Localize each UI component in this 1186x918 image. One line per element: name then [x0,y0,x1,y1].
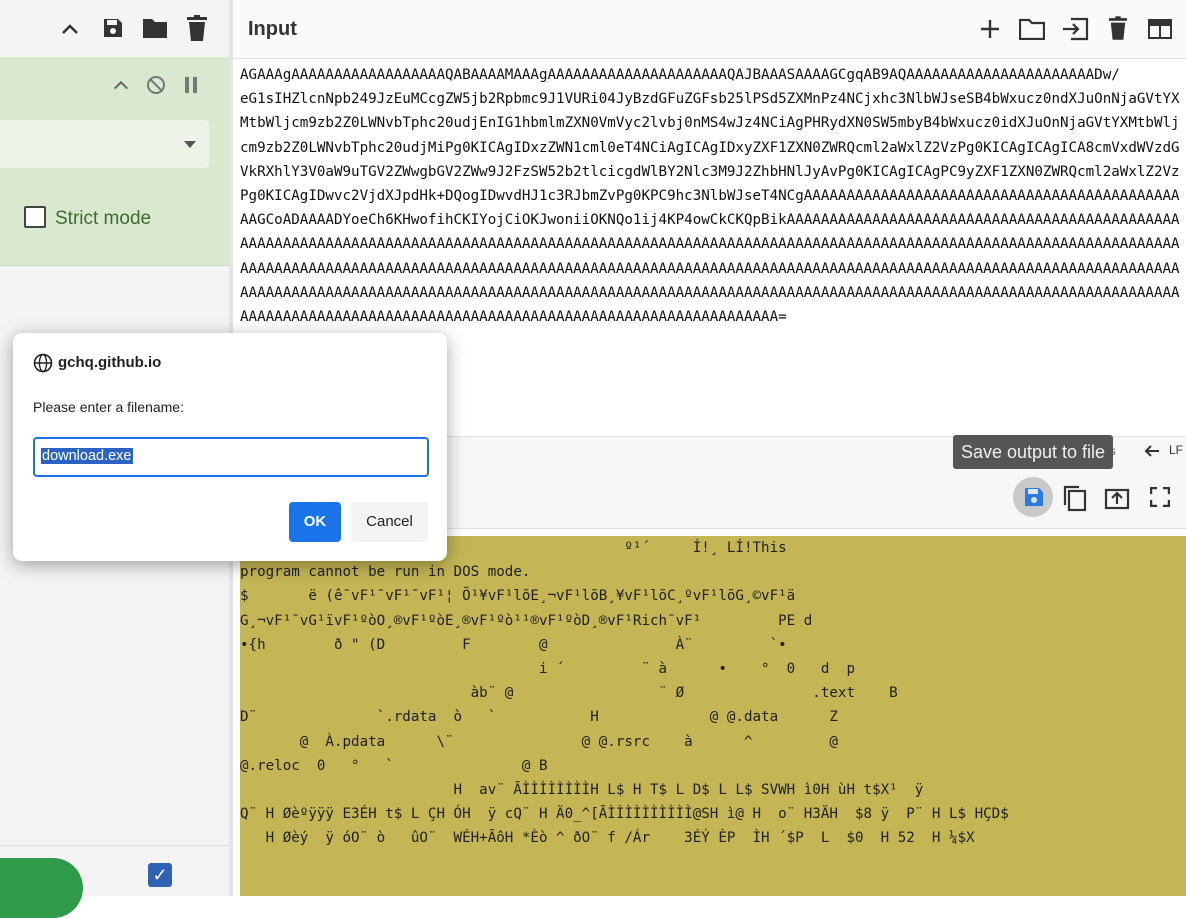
input-title: Input [248,18,297,40]
strict-mode-checkbox[interactable] [24,206,46,228]
copy-icon[interactable] [1062,484,1088,512]
output-line: H av¨ ÃÌÌÌÌÌÌÌÌH L$ H T$ L D$ L L$ SVWH … [240,782,932,799]
strict-mode-label: Strict mode [55,208,152,229]
dialog-origin: gchq.github.io [58,354,162,371]
output-line: Q¨ H Øèºÿÿÿ E3ÉH t$ L ÇH ÓH ÿ cQ¨ H Ä0_^… [240,806,1009,823]
pause-icon[interactable] [184,76,198,94]
ok-button[interactable]: OK [289,502,341,542]
filename-input[interactable]: download.exe [33,437,429,477]
chevron-up-icon[interactable] [60,19,80,39]
output-line: D¨ `.rdata ò ` H @ @.data Z [240,709,838,726]
chevron-up-icon[interactable] [112,76,130,94]
trash-icon[interactable] [1109,16,1127,40]
save-icon[interactable] [101,16,125,40]
output-line: @.reloc 0 ° ` @ B [240,757,548,774]
disable-icon[interactable] [146,75,166,95]
output-line: •{h ð " (D F @ À¨ `• [240,636,787,653]
output-line: program cannot be run in DOS mode. [240,564,531,581]
caret-down-icon [184,141,196,148]
import-icon[interactable] [1061,17,1089,41]
tooltip: Save output to file [953,435,1113,469]
output-line: H Øèý ÿ óO¨ ò ûO¨ WÉH+ÃôH *Èò ^ ðO¨ f /Á… [240,830,975,847]
cancel-button[interactable]: Cancel [351,502,428,542]
replace-input-icon[interactable] [1104,486,1130,510]
input-header [233,0,1186,59]
open-folder-icon[interactable] [1019,18,1045,40]
output-line: $ ë (ê¯vF¹¯vF¹¯vF¹¦ Õ¹¥vF¹lõE¸¬vF¹lõB¸¥v… [240,588,796,605]
globe-icon [33,353,53,373]
output-line: i ´ ¨ à • ° 0 d p [240,661,855,678]
divider [0,845,229,846]
maximise-icon[interactable] [1150,487,1170,507]
layout-icon[interactable] [1147,18,1173,40]
line-ending-label[interactable]: LF [1169,443,1183,457]
filename-prompt-dialog: gchq.github.io Please enter a filename: … [13,333,447,561]
line-ending-icon[interactable] [1143,444,1161,458]
filename-input-value: download.exe [41,448,133,464]
save-output-icon[interactable] [1022,485,1046,509]
auto-bake-checkbox[interactable]: ✓ [148,863,172,887]
output-line: àb¨ @ ¨ Ø .text B [240,685,898,702]
trash-icon[interactable] [187,15,207,41]
output-textarea[interactable]: @ º¹´ Í!¸ LÍ!This program cannot be run i… [240,536,1186,896]
recipe-header [0,0,229,58]
dialog-message: Please enter a filename: [33,399,184,415]
operation-select[interactable] [0,120,209,168]
output-line: G¸¬vF¹¯vG¹ïvF¹ºòO¸®vF¹ºòE¸®vF¹ºò¹¹®vF¹ºò… [240,612,830,629]
output-line: @ À.pdata \¨ @ @.rsrc à ^ @ [240,733,838,750]
add-icon[interactable] [979,18,1001,40]
folder-icon[interactable] [142,17,168,39]
bake-button[interactable] [0,858,83,918]
